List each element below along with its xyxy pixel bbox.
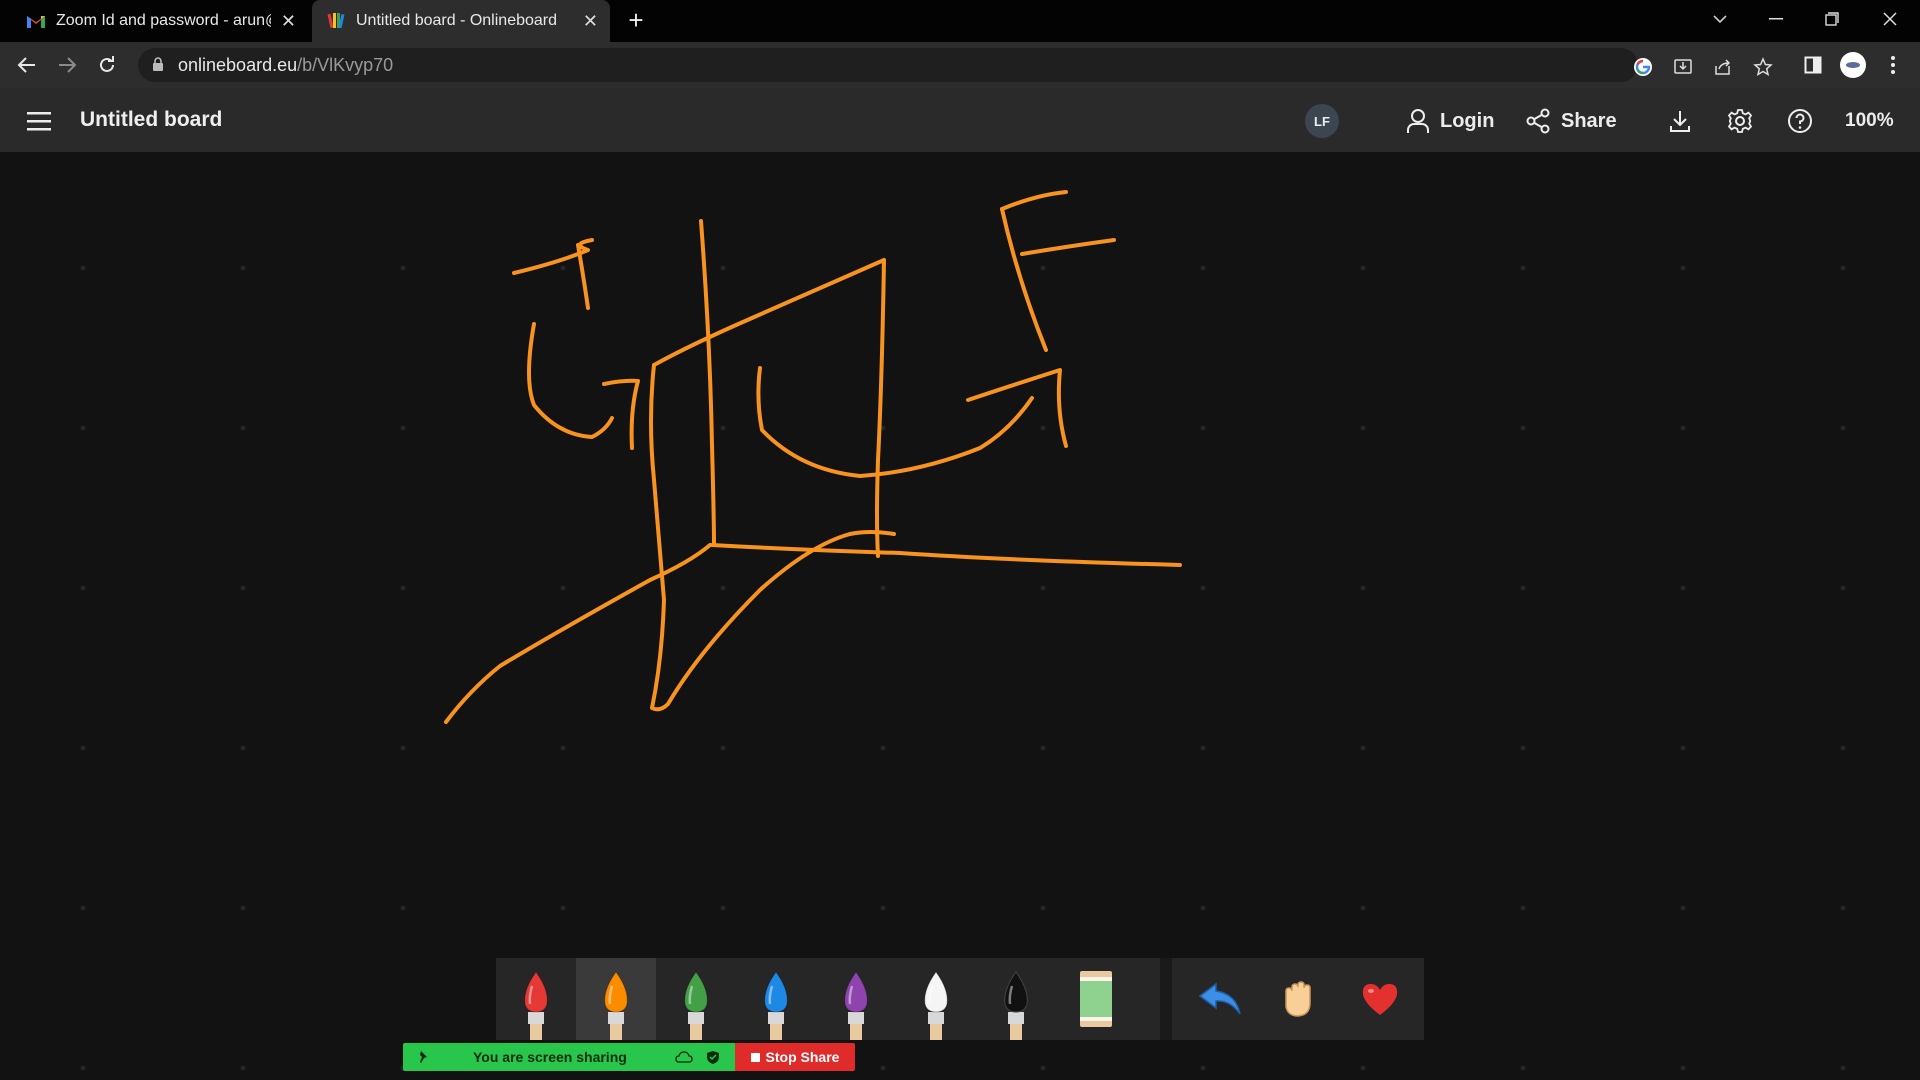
forward-icon[interactable] — [50, 48, 84, 82]
brush-orange[interactable] — [576, 958, 656, 1040]
brush-purple[interactable] — [816, 958, 896, 1040]
help-icon[interactable] — [1783, 104, 1817, 138]
brush-icon — [604, 971, 628, 1040]
login-button[interactable]: Login — [1406, 104, 1494, 138]
share-icon — [1526, 108, 1550, 134]
new-tab-button[interactable]: + — [622, 5, 650, 35]
download-icon[interactable] — [1663, 104, 1697, 138]
undo-tool[interactable] — [1180, 958, 1260, 1040]
tab-search-icon[interactable] — [1692, 0, 1748, 38]
google-icon[interactable] — [1632, 56, 1654, 78]
cloud-icon — [675, 1051, 693, 1063]
browser-toolbar: onlineboard.eu/b/VlKvyp70 — [0, 42, 1920, 88]
close-icon[interactable]: ✕ — [583, 11, 598, 32]
like-tool[interactable] — [1340, 958, 1420, 1040]
shield-icon — [707, 1051, 719, 1064]
screen-share-status-text: You are screen sharing — [473, 1049, 627, 1065]
lock-icon — [152, 57, 164, 77]
brush-green[interactable] — [656, 958, 736, 1040]
brush-icon — [764, 971, 788, 1040]
heart-icon — [1362, 984, 1398, 1015]
tab-title: Untitled board - Onlineboard — [356, 12, 558, 29]
screen-share-status[interactable]: You are screen sharing — [403, 1043, 735, 1071]
reload-icon[interactable] — [90, 48, 124, 82]
pan-tool[interactable] — [1260, 958, 1340, 1040]
tab-gmail[interactable]: Zoom Id and password - arun@v ✕ — [12, 0, 308, 42]
eraser-tool[interactable] — [1056, 958, 1136, 1040]
brush-icon — [924, 971, 948, 1040]
tab-title: Zoom Id and password - arun@v — [56, 12, 271, 29]
drawing-toolbar — [496, 958, 1424, 1040]
brush-blue[interactable] — [736, 958, 816, 1040]
tab-onlineboard[interactable]: Untitled board - Onlineboard ✕ — [312, 0, 610, 42]
stop-share-button[interactable]: Stop Share — [735, 1043, 855, 1071]
screen-share-banner: You are screen sharing Stop Share — [403, 1043, 855, 1071]
minimize-icon[interactable] — [1748, 0, 1804, 38]
user-icon — [1407, 109, 1429, 133]
profile-avatar-icon[interactable] — [1836, 48, 1870, 82]
hamburger-menu-icon[interactable] — [24, 106, 54, 136]
settings-gear-icon[interactable] — [1723, 104, 1757, 138]
share-page-icon[interactable] — [1712, 56, 1734, 78]
pin-icon — [420, 1051, 427, 1063]
stop-share-label: Stop Share — [765, 1049, 840, 1065]
share-label: Share — [1561, 109, 1617, 132]
close-window-icon[interactable] — [1862, 0, 1918, 38]
share-button[interactable]: Share — [1525, 104, 1617, 138]
undo-arrow-icon — [1198, 982, 1241, 1015]
url-path: /b/VlKvyp70 — [297, 55, 394, 75]
gmail-icon — [26, 11, 46, 31]
brush-icon — [524, 971, 548, 1040]
zoom-level[interactable]: 100% — [1845, 110, 1894, 132]
restore-icon[interactable] — [1804, 0, 1860, 38]
brush-white[interactable] — [896, 958, 976, 1040]
whiteboard-canvas[interactable] — [0, 152, 1920, 1080]
eraser-body — [1080, 981, 1112, 1017]
url-host: onlineboard.eu — [178, 55, 298, 75]
close-icon[interactable]: ✕ — [281, 11, 296, 32]
avatar[interactable]: LF — [1305, 104, 1339, 138]
url-text: onlineboard.eu/b/VlKvyp70 — [178, 55, 393, 76]
brush-icon — [844, 971, 868, 1040]
brush-icon — [1004, 971, 1028, 1040]
back-icon[interactable] — [10, 48, 44, 82]
onlineboard-icon — [326, 11, 346, 31]
address-bar[interactable]: onlineboard.eu/b/VlKvyp70 — [138, 48, 1773, 82]
stop-icon — [750, 1052, 760, 1062]
install-app-icon[interactable] — [1672, 56, 1694, 78]
browser-tab-strip: Zoom Id and password - arun@v ✕ Untitled… — [0, 0, 1920, 42]
app-header: Untitled board LF Login Share 100% — [0, 88, 1920, 152]
brush-icon — [684, 971, 708, 1040]
side-panel-icon[interactable] — [1796, 48, 1830, 82]
brush-red[interactable] — [496, 958, 576, 1040]
board-title[interactable]: Untitled board — [80, 108, 222, 132]
eraser-icon — [1080, 971, 1112, 1027]
brush-black[interactable] — [976, 958, 1056, 1040]
hand-icon — [1285, 981, 1311, 1017]
browser-menu-icon[interactable] — [1876, 48, 1910, 82]
login-label: Login — [1440, 109, 1495, 132]
toolbar-divider — [1160, 958, 1172, 1040]
bookmark-star-icon[interactable] — [1752, 56, 1774, 78]
